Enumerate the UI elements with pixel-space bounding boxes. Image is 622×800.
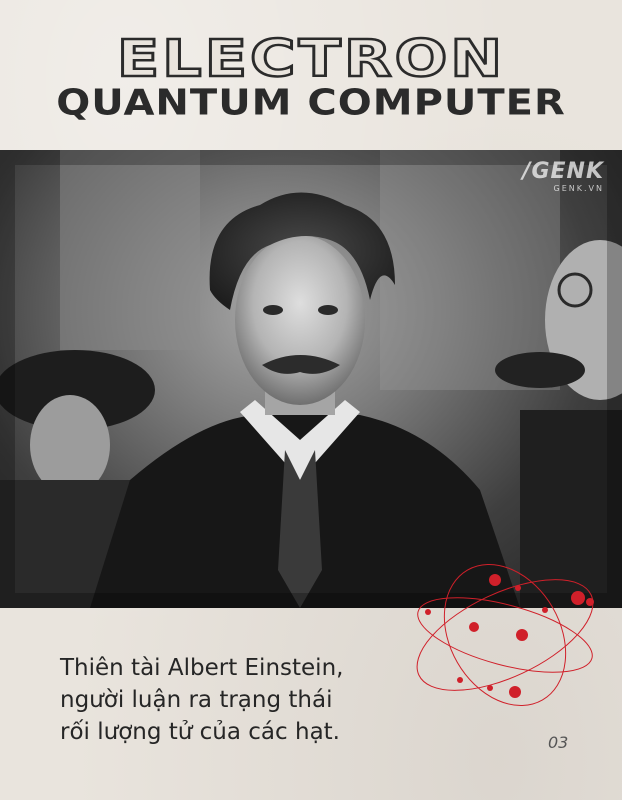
electron-dot bbox=[469, 622, 479, 632]
page-subtitle: QUANTUM COMPUTER bbox=[56, 82, 566, 124]
left-eye bbox=[263, 305, 283, 315]
genk-watermark: /GENK GENK.VN bbox=[522, 160, 604, 194]
genk-url: GENK.VN bbox=[553, 184, 604, 193]
right-eye bbox=[318, 305, 338, 315]
caption-line: Thiên tài Albert Einstein, bbox=[60, 655, 344, 681]
page-title: ELECTRON bbox=[115, 28, 506, 89]
electron-dot bbox=[509, 686, 521, 698]
electron-dot bbox=[586, 598, 594, 606]
electron-dot bbox=[515, 585, 521, 591]
electron-dot bbox=[425, 609, 431, 615]
electron-dot bbox=[516, 629, 528, 641]
caption-line: người luận ra trạng thái bbox=[60, 687, 333, 713]
electron-dot bbox=[542, 607, 548, 613]
photo-illustration bbox=[0, 150, 622, 608]
officer-cap bbox=[495, 352, 585, 388]
electron-dot bbox=[571, 591, 585, 605]
page-number: 03 bbox=[548, 733, 569, 752]
photo-caption: Thiên tài Albert Einstein, người luận ra… bbox=[60, 652, 440, 748]
electron-dot bbox=[457, 677, 463, 683]
einstein-photo: /GENK GENK.VN bbox=[0, 150, 622, 608]
orbit-ring-3 bbox=[443, 563, 567, 707]
electron-dot bbox=[487, 685, 493, 691]
electron-dot bbox=[489, 574, 501, 586]
face bbox=[235, 235, 365, 405]
title-block: ELECTRON QUANTUM COMPUTER bbox=[0, 0, 622, 150]
caption-line: rối lượng tử của các hạt. bbox=[60, 719, 340, 745]
genk-logo: /GENK bbox=[522, 159, 604, 184]
background-building bbox=[60, 150, 200, 350]
